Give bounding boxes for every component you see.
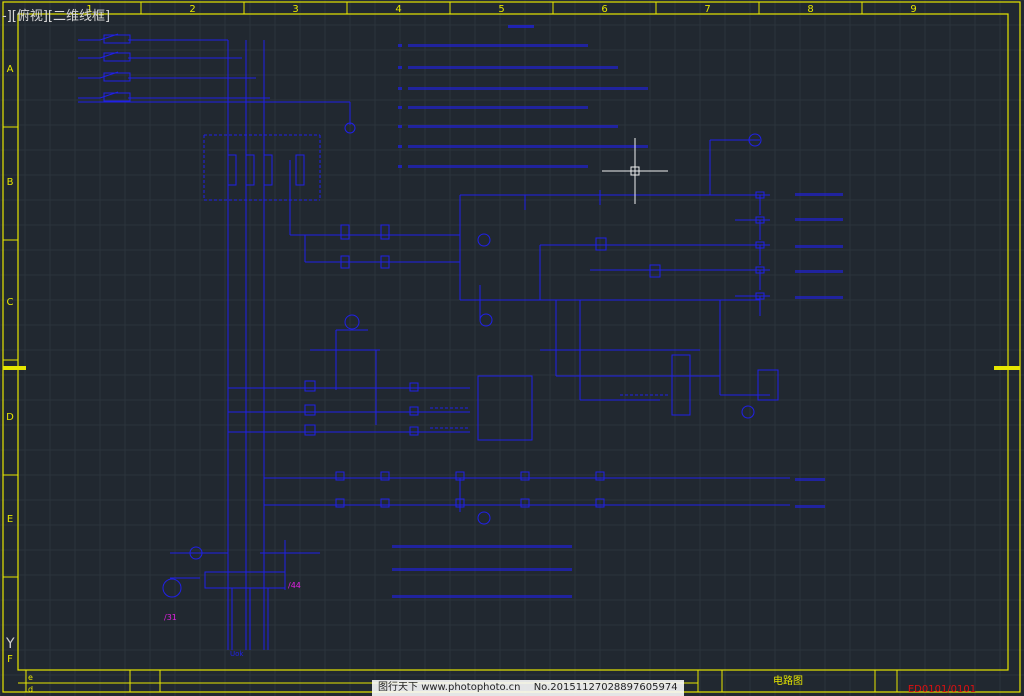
component-box [335,471,345,481]
component-box [409,426,419,436]
component-box [304,380,316,392]
component-box [304,404,316,416]
watermark-site: 图行天下 [378,682,418,693]
off-page-ref-1: /44 [288,581,301,590]
footnote-line [392,568,572,571]
drawing-frame [2,1,1021,693]
bottom-mark: Uok [230,650,244,658]
component-box [409,406,419,416]
output-label [795,245,843,248]
component-symbol [344,314,360,330]
component-box [204,571,286,589]
column-label-6: 6 [601,4,607,15]
note-index [398,44,402,47]
drawing-number: ED0101/0101 [908,684,976,695]
note-line [408,87,648,90]
row-label-E: E [7,514,13,525]
outer-border [2,1,1021,693]
column-label-2: 2 [189,4,195,15]
component-box [595,237,607,251]
column-label-7: 7 [704,4,710,15]
off-page-ref-2: /31 [164,613,177,622]
component-symbol [479,313,493,327]
row-label-F: F [7,654,13,665]
component-symbol [741,405,755,419]
component-box [304,424,316,436]
component-box [263,154,273,186]
footnote-line [392,595,572,598]
ucs-y-label: Y [6,636,15,652]
row-label-D: D [6,412,14,423]
note-line [408,66,618,69]
component-box [380,224,390,240]
note-index [398,66,402,69]
component-box [103,34,131,44]
component-symbol [477,511,491,525]
zone-labels: 1 2 3 4 5 6 7 8 9ABCDEF [3,2,917,665]
watermark-url: www.photophoto.cn [421,682,521,693]
background-grid [0,0,1024,696]
note-index [398,145,402,148]
column-label-9: 9 [910,4,916,15]
note-index [398,125,402,128]
note-line [408,125,618,128]
component-box [380,471,390,481]
component-box [227,154,237,186]
footnote-line [392,545,572,548]
component-box [103,52,131,62]
revision-mark-e: e [28,673,33,682]
output-label [795,296,843,299]
column-label-8: 8 [807,4,813,15]
component-box [103,72,131,82]
drawing-title: 电路图 [773,674,803,687]
output-label [795,193,843,196]
ucs-icon: Y [6,636,15,652]
output-label [795,505,825,508]
note-line [408,145,648,148]
viewport-controls-label[interactable]: -][俯视][二维线框] [2,5,110,24]
component-symbol [162,578,182,598]
note-line [408,106,588,109]
watermark-number: No.20151127028897605974 [533,682,678,693]
watermark-bar: 图行天下 www.photophoto.cn No.20151127028897… [372,680,684,696]
column-label-4: 4 [395,4,401,15]
note-index [398,106,402,109]
row-label-C: C [7,297,14,308]
note-line [408,165,588,168]
note-index [398,165,402,168]
column-label-3: 3 [292,4,298,15]
note-index [398,87,402,90]
output-label [795,218,843,221]
note-heading [508,25,534,28]
output-label [795,270,843,273]
component-symbol [477,233,491,247]
column-label-5: 5 [498,4,504,15]
revision-mark-d: d [28,685,33,694]
cad-drawing-canvas[interactable]: 1 2 3 4 5 6 7 8 9ABCDEF /44/31Uok ed电路图ED0101/01… [0,0,1024,696]
component-box [477,375,533,441]
component-box [409,382,419,392]
component-box [340,224,350,240]
note-line [408,44,588,47]
row-label-A: A [7,64,14,75]
row-label-B: B [7,177,14,188]
output-label [795,478,825,481]
inner-border [17,13,1009,671]
cad-viewport[interactable]: 123456789ABCDEF /44/31 Uok e d 电路图 ED0101/01… [0,0,1024,696]
